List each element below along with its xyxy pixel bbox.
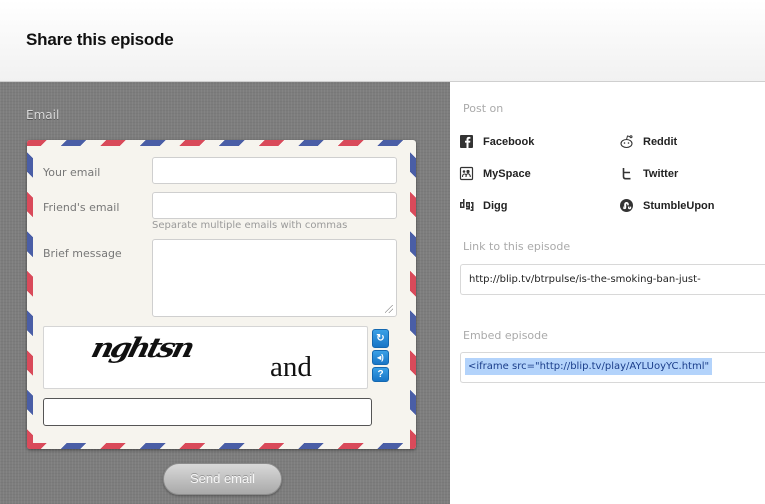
friends-email-label: Friend's email [43,201,120,214]
email-form-envelope: Your email Friend's email Separate multi… [27,140,416,449]
page-title: Share this episode [26,30,174,49]
reddit-icon [619,134,634,149]
captcha-audio-icon[interactable]: ◂) [372,350,389,365]
twitter-label: Twitter [643,167,679,180]
captcha-refresh-icon[interactable]: ↻ [372,329,389,348]
post-on-label: Post on [463,102,504,115]
header: Share this episode [0,0,765,82]
myspace-icon [459,166,474,181]
your-email-label: Your email [43,166,101,179]
email-section-label: Email [26,108,60,122]
share-stumbleupon-link[interactable]: StumbleUpon [619,198,715,213]
share-myspace-link[interactable]: MySpace [459,166,531,181]
reddit-label: Reddit [643,135,678,148]
envelope-border-left [27,140,33,449]
friends-email-hint: Separate multiple emails with commas [152,220,348,231]
twitter-icon [619,166,634,181]
stumbleupon-icon [619,198,634,213]
envelope-border-right [410,140,416,449]
captcha-word-1: nghtsn [88,332,196,365]
captcha-help-icon[interactable]: ? [372,367,389,382]
resize-grip-icon[interactable] [385,305,393,313]
message-textarea[interactable] [152,239,397,317]
digg-icon [459,198,474,213]
share-twitter-link[interactable]: Twitter [619,166,678,181]
envelope-border-top [27,140,416,146]
embed-section-label: Embed episode [463,329,548,342]
link-section-label: Link to this episode [463,240,571,253]
captcha-image: nghtsn and [43,326,368,389]
share-digg-link[interactable]: Digg [459,198,507,213]
episode-link-field[interactable]: http://blip.tv/btrpulse/is-the-smoking-b… [460,264,765,295]
envelope-border-bottom [27,443,416,449]
captcha-response-field[interactable] [43,398,372,426]
digg-label: Digg [483,199,508,212]
friends-email-field[interactable] [152,192,397,219]
your-email-field[interactable] [152,157,397,184]
share-panel: Post on Facebook Reddit MySpace Twitter … [450,82,765,504]
captcha-word-2: and [270,351,312,383]
myspace-label: MySpace [483,167,531,180]
share-reddit-link[interactable]: Reddit [619,134,677,149]
embed-code-selection: <iframe src="http://blip.tv/play/AYLUoyY… [465,358,713,375]
share-facebook-link[interactable]: Facebook [459,134,534,149]
message-label: Brief message [43,247,122,260]
email-panel: Email Your email Friend's email Separate… [0,82,450,504]
facebook-icon [459,134,474,149]
facebook-label: Facebook [483,135,535,148]
embed-code-field[interactable]: <iframe src="http://blip.tv/play/AYLUoyY… [460,352,765,383]
stumbleupon-label: StumbleUpon [643,199,715,212]
send-email-button[interactable]: Send email [163,463,282,495]
